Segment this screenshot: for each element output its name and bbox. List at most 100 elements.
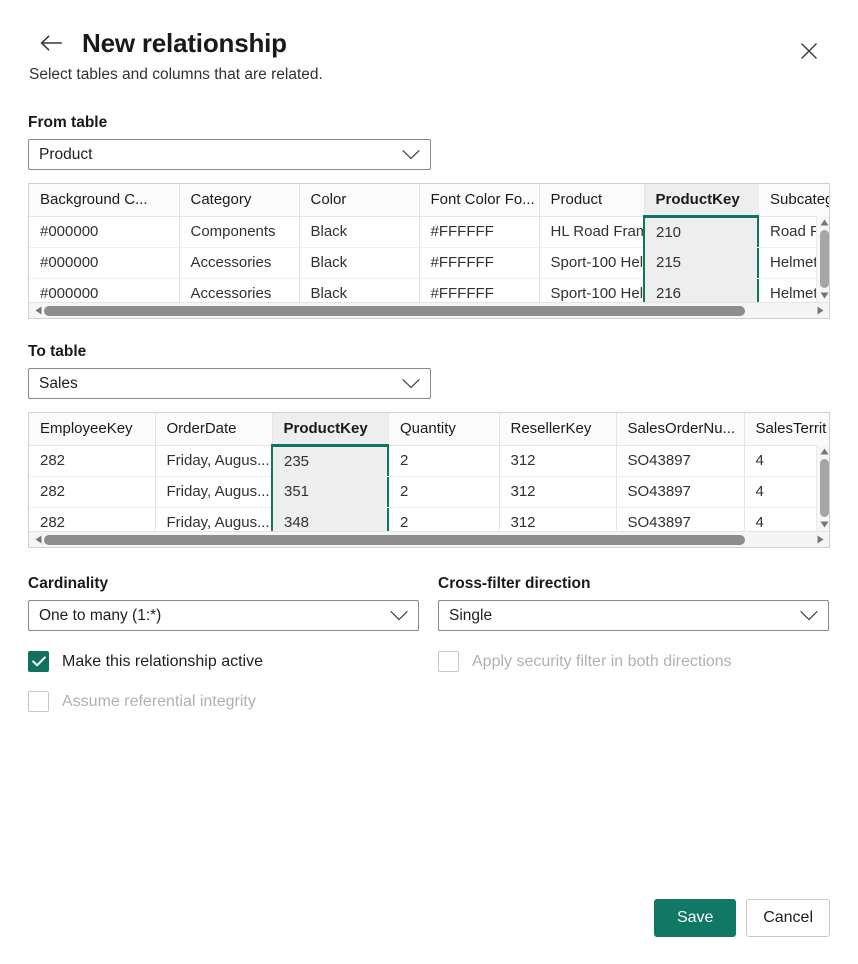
chevron-down-icon (402, 378, 420, 389)
cell: #000000 (29, 278, 180, 302)
cell: 282 (29, 445, 156, 477)
table-row: #000000 Components Black #FFFFFF HL Road… (29, 216, 829, 248)
save-button[interactable]: Save (654, 899, 737, 937)
column-header-selected[interactable]: ProductKey (272, 413, 389, 447)
cell: Accessories (179, 278, 300, 302)
scroll-down-icon[interactable] (820, 518, 829, 531)
column-header[interactable]: EmployeeKey (29, 413, 156, 446)
column-header[interactable]: SalesTerrit (744, 413, 829, 446)
cell: Black (299, 278, 420, 302)
scroll-up-icon[interactable] (820, 216, 829, 229)
to-grid-vertical-scrollbar[interactable] (816, 445, 829, 531)
table-row: #000000 Accessories Black #FFFFFF Sport-… (29, 278, 829, 302)
cell: Accessories (179, 247, 300, 279)
cell: #000000 (29, 247, 180, 279)
make-relationship-active-checkbox[interactable]: Make this relationship active (28, 651, 438, 672)
cell-selected: 235 (271, 445, 389, 477)
column-header[interactable]: SalesOrderNu... (616, 413, 745, 446)
table-row: #000000 Accessories Black #FFFFFF Sport-… (29, 247, 829, 279)
from-grid-table: Background C... Category Color Font Colo… (29, 184, 829, 302)
cell: #FFFFFF (419, 216, 540, 248)
scroll-thumb[interactable] (819, 459, 829, 517)
chevron-down-icon (390, 610, 408, 621)
apply-security-filter-label: Apply security filter in both directions (472, 652, 732, 670)
cross-filter-value: Single (449, 606, 493, 624)
column-header[interactable]: ResellerKey (499, 413, 617, 446)
cell: #FFFFFF (419, 278, 540, 302)
scroll-thumb[interactable] (819, 230, 829, 288)
scroll-track[interactable] (44, 303, 814, 319)
column-header[interactable]: Subcategory (759, 184, 829, 217)
close-icon (801, 43, 817, 59)
column-header[interactable]: Quantity (389, 413, 500, 446)
checkbox-unchecked-icon (28, 691, 49, 712)
cell-selected: 348 (271, 507, 389, 531)
cell-selected: 210 (643, 216, 759, 248)
scroll-thumb[interactable] (44, 534, 745, 545)
table-row: 282 Friday, Augus... 351 2 312 SO43897 4 (29, 476, 829, 508)
chevron-down-icon (800, 610, 818, 621)
new-relationship-dialog: New relationship Select tables and colum… (0, 0, 858, 964)
cell: #FFFFFF (419, 247, 540, 279)
to-grid-table: EmployeeKey OrderDate ProductKey Quantit… (29, 413, 829, 531)
cell: 2 (389, 507, 500, 531)
page-title: New relationship (82, 27, 287, 58)
scroll-down-icon[interactable] (820, 289, 829, 302)
scroll-right-icon[interactable] (814, 532, 826, 548)
cell: Black (299, 216, 420, 248)
cell-selected: 215 (643, 247, 759, 279)
close-button[interactable] (792, 34, 826, 68)
from-grid-viewport: Background C... Category Color Font Colo… (29, 184, 829, 302)
cell: Friday, Augus... (155, 445, 273, 477)
cell: 312 (499, 507, 617, 531)
cell: 312 (499, 476, 617, 508)
dialog-header: New relationship (28, 0, 830, 59)
scroll-thumb[interactable] (44, 305, 745, 316)
from-table-section: From table Product Background C... Categ… (28, 114, 830, 319)
cell: Sport-100 Hel... (539, 278, 645, 302)
column-header[interactable]: Product (539, 184, 645, 217)
from-table-label: From table (28, 114, 108, 131)
scroll-track[interactable] (44, 532, 814, 548)
column-header-selected[interactable]: ProductKey (644, 184, 759, 218)
scroll-right-icon[interactable] (814, 303, 826, 319)
cell: 282 (29, 476, 156, 508)
from-grid-vertical-scrollbar[interactable] (816, 216, 829, 302)
column-header[interactable]: Category (179, 184, 300, 217)
assume-referential-integrity-checkbox: Assume referential integrity (28, 691, 438, 712)
cross-filter-label: Cross-filter direction (438, 575, 591, 592)
cardinality-select[interactable]: One to many (1:*) (28, 600, 419, 631)
make-relationship-active-label: Make this relationship active (62, 652, 263, 670)
cell: 2 (389, 445, 500, 477)
cell: 2 (389, 476, 500, 508)
from-grid-horizontal-scrollbar[interactable] (29, 302, 829, 318)
dialog-subtitle: Select tables and columns that are relat… (29, 66, 323, 83)
cancel-button[interactable]: Cancel (746, 899, 830, 937)
from-grid-header-row: Background C... Category Color Font Colo… (29, 184, 829, 218)
back-button[interactable] (34, 26, 68, 60)
scroll-up-icon[interactable] (820, 445, 829, 458)
cardinality-label: Cardinality (28, 575, 109, 592)
cross-filter-select[interactable]: Single (438, 600, 829, 631)
checkbox-checked-icon (28, 651, 49, 672)
scroll-left-icon[interactable] (32, 303, 44, 319)
cell: Sport-100 Hel... (539, 247, 645, 279)
cell: SO43897 (616, 445, 745, 477)
column-header[interactable]: Font Color Fo... (419, 184, 540, 217)
cross-filter-section: Cross-filter direction Single Apply secu… (438, 575, 830, 712)
column-header[interactable]: Color (299, 184, 420, 217)
cell: Components (179, 216, 300, 248)
to-table-label: To table (28, 343, 87, 360)
cardinality-value: One to many (1:*) (39, 606, 162, 624)
cell: SO43897 (616, 507, 745, 531)
cell: 282 (29, 507, 156, 531)
scroll-left-icon[interactable] (32, 532, 44, 548)
from-table-select[interactable]: Product (28, 139, 431, 170)
column-header[interactable]: OrderDate (155, 413, 273, 446)
apply-security-filter-checkbox: Apply security filter in both directions (438, 651, 830, 672)
to-table-grid: EmployeeKey OrderDate ProductKey Quantit… (28, 412, 830, 548)
column-header[interactable]: Background C... (29, 184, 180, 217)
to-grid-horizontal-scrollbar[interactable] (29, 531, 829, 547)
to-table-select[interactable]: Sales (28, 368, 431, 399)
cell: #000000 (29, 216, 180, 248)
